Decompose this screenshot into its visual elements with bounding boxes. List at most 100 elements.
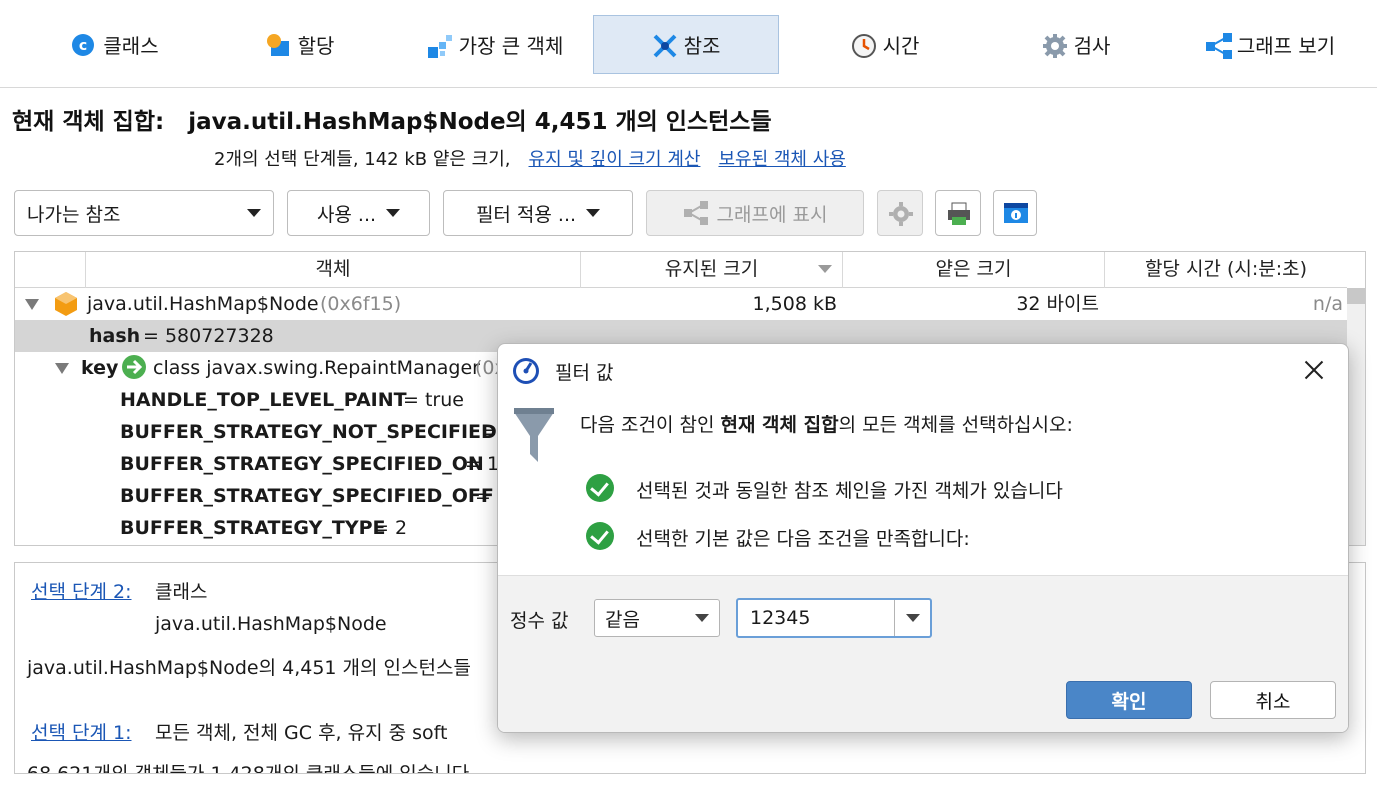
selection-step-2-link[interactable]: 선택 단계 2: bbox=[31, 577, 132, 604]
column-allocation-time[interactable]: 할당 시간 (시:분:초) bbox=[1104, 252, 1347, 288]
chevron-down-icon bbox=[247, 209, 261, 217]
field-name: BUFFER_STRATEGY_SPECIFIED_ON bbox=[120, 453, 484, 475]
tab-label: 가장 큰 객체 bbox=[458, 34, 564, 58]
field-name: hash bbox=[89, 325, 141, 347]
use-retained-objects-link[interactable]: 보유된 객체 사용 bbox=[718, 145, 845, 171]
instruction-bold: 현재 객체 집합 bbox=[720, 414, 839, 436]
value-dropdown-button[interactable] bbox=[894, 600, 930, 636]
field-value: = 580727328 bbox=[143, 325, 274, 347]
column-retained-size-label: 유지된 크기 bbox=[664, 258, 759, 280]
show-in-graph-label: 그래프에 표시 bbox=[716, 203, 828, 226]
field-value: = true bbox=[403, 389, 464, 411]
integer-value-label: 정수 값 bbox=[510, 610, 569, 632]
use-button[interactable]: 사용 ... bbox=[287, 190, 430, 236]
svg-text:c: c bbox=[79, 38, 87, 54]
table-row[interactable]: java.util.HashMap$Node (0x6f15) 1,508 kB… bbox=[15, 288, 1347, 320]
operator-value: 같음 bbox=[605, 608, 640, 631]
condition-1-check-icon[interactable] bbox=[586, 474, 614, 502]
settings-button[interactable] bbox=[877, 190, 923, 236]
retained-size-value: 1,508 kB bbox=[752, 293, 837, 315]
view-tab-bar: c 클래스 할당 가장 큰 객체 참조 시간 검사 그래프 보기 bbox=[0, 0, 1377, 88]
condition-2-label: 선택한 기본 값은 다음 조건을 만족합니다: bbox=[636, 528, 970, 550]
condition-2-check-icon[interactable] bbox=[586, 522, 614, 550]
info-icon bbox=[1003, 201, 1028, 225]
value-input[interactable]: 12345 bbox=[738, 607, 894, 629]
chevron-down-icon bbox=[386, 209, 401, 217]
view-select[interactable]: 나가는 참조 bbox=[14, 190, 274, 236]
cancel-button-label: 취소 bbox=[1255, 690, 1291, 713]
calculate-retained-link[interactable]: 유지 및 깊이 크기 계산 bbox=[529, 145, 701, 171]
tab-label: 참조 bbox=[683, 34, 721, 58]
tab-graph[interactable]: 그래프 보기 bbox=[1190, 15, 1350, 74]
gear-icon bbox=[888, 201, 913, 226]
info-button[interactable] bbox=[993, 190, 1037, 236]
selection-step-1-summary: 68,621개의 객체들가 1,428개의 클래스들에 있습니다 bbox=[27, 763, 470, 774]
export-button[interactable] bbox=[935, 190, 981, 236]
tab-allocations[interactable]: 할당 bbox=[240, 15, 360, 74]
field-value: = 2 bbox=[373, 517, 408, 539]
time-icon bbox=[851, 33, 876, 58]
dialog-lower-section: 정수 값 같음 12345 확인 취소 bbox=[498, 575, 1348, 732]
tab-label: 클래스 bbox=[103, 34, 159, 58]
selection-step-1-link[interactable]: 선택 단계 1: bbox=[31, 718, 132, 745]
tab-label: 할당 bbox=[297, 34, 335, 58]
app-icon bbox=[512, 357, 540, 390]
tab-label: 시간 bbox=[882, 34, 920, 58]
graph-icon bbox=[683, 201, 708, 225]
dialog-title: 필터 값 bbox=[555, 362, 614, 384]
tab-label: 그래프 보기 bbox=[1236, 34, 1336, 58]
object-id: (0x6f15) bbox=[320, 293, 402, 315]
class-icon: c bbox=[71, 33, 95, 57]
printer-icon bbox=[946, 201, 970, 225]
column-object[interactable]: 객체 bbox=[85, 252, 580, 288]
cancel-button[interactable]: 취소 bbox=[1210, 681, 1336, 719]
selection-summary: 2개의 선택 단계들, 142 kB 얕은 크기, bbox=[214, 149, 511, 170]
tab-biggest-objects[interactable]: 가장 큰 객체 bbox=[405, 15, 585, 74]
current-set-label: 현재 객체 집합: bbox=[12, 109, 165, 135]
collapse-arrow-icon[interactable] bbox=[55, 363, 69, 374]
operator-select[interactable]: 같음 bbox=[594, 599, 720, 637]
table-header: 객체 유지된 크기 얕은 크기 할당 시간 (시:분:초) bbox=[15, 252, 1347, 288]
header-subline: 2개의 선택 단계들, 142 kB 얕은 크기, 유지 및 깊이 크기 계산 … bbox=[214, 145, 846, 171]
filter-funnel-icon bbox=[512, 408, 556, 469]
page-title: 현재 객체 집합: java.util.HashMap$Node의 4,451 … bbox=[12, 102, 772, 136]
condition-1-label: 선택된 것과 동일한 참조 체인을 가진 객체가 있습니다 bbox=[636, 480, 1063, 502]
column-retained-size[interactable]: 유지된 크기 bbox=[580, 252, 842, 288]
table-scrollbar-thumb[interactable] bbox=[1347, 288, 1365, 304]
value-combobox[interactable]: 12345 bbox=[736, 598, 932, 638]
column-shallow-size[interactable]: 얕은 크기 bbox=[842, 252, 1104, 288]
tab-inspections[interactable]: 검사 bbox=[1026, 15, 1126, 74]
chevron-down-icon bbox=[586, 209, 601, 217]
instruction-prefix: 다음 조건이 참인 bbox=[580, 414, 721, 436]
tab-references[interactable]: 참조 bbox=[593, 15, 779, 74]
graph-icon bbox=[1205, 32, 1232, 59]
shallow-size-value: 32 바이트 bbox=[1016, 293, 1099, 315]
tab-time[interactable]: 시간 bbox=[830, 15, 940, 74]
field-name: BUFFER_STRATEGY_SPECIFIED_OFF bbox=[120, 485, 494, 507]
apply-filter-label: 필터 적용 ... bbox=[475, 203, 577, 226]
object-class-name: java.util.HashMap$Node bbox=[87, 293, 319, 315]
table-scrollbar[interactable] bbox=[1347, 288, 1365, 545]
tab-classes[interactable]: c 클래스 bbox=[40, 15, 190, 74]
dialog-instruction: 다음 조건이 참인 현재 객체 집합의 모든 객체를 선택하십시오: bbox=[580, 410, 1073, 437]
close-icon[interactable] bbox=[1300, 356, 1328, 384]
selection-step-2-description: java.util.HashMap$Node의 4,451 개의 인스턴스들 bbox=[27, 657, 471, 679]
collapse-arrow-icon[interactable] bbox=[25, 299, 39, 310]
field-value: class javax.swing.RepaintManager bbox=[153, 357, 480, 379]
field-name: key bbox=[81, 357, 119, 379]
current-set-value: java.util.HashMap$Node의 4,451 개의 인스턴스들 bbox=[188, 109, 772, 135]
show-in-graph-button[interactable]: 그래프에 표시 bbox=[646, 190, 864, 236]
apply-filter-button[interactable]: 필터 적용 ... bbox=[443, 190, 633, 236]
tab-label: 검사 bbox=[1073, 34, 1111, 58]
field-name: HANDLE_TOP_LEVEL_PAINT bbox=[120, 389, 407, 411]
use-button-label: 사용 ... bbox=[316, 203, 377, 226]
ok-button-label: 확인 bbox=[1111, 690, 1147, 713]
chevron-down-icon bbox=[905, 614, 920, 622]
allocation-time-value: n/a bbox=[1312, 293, 1343, 315]
instruction-suffix: 의 모든 객체를 선택하십시오: bbox=[838, 414, 1073, 436]
field-value: = 1 bbox=[465, 453, 500, 475]
selection-step-1-description: 모든 객체, 전체 GC 후, 유지 중 soft bbox=[155, 722, 448, 744]
ok-button[interactable]: 확인 bbox=[1066, 681, 1192, 719]
field-name: BUFFER_STRATEGY_TYPE bbox=[120, 517, 386, 539]
inspections-icon bbox=[1042, 33, 1067, 58]
